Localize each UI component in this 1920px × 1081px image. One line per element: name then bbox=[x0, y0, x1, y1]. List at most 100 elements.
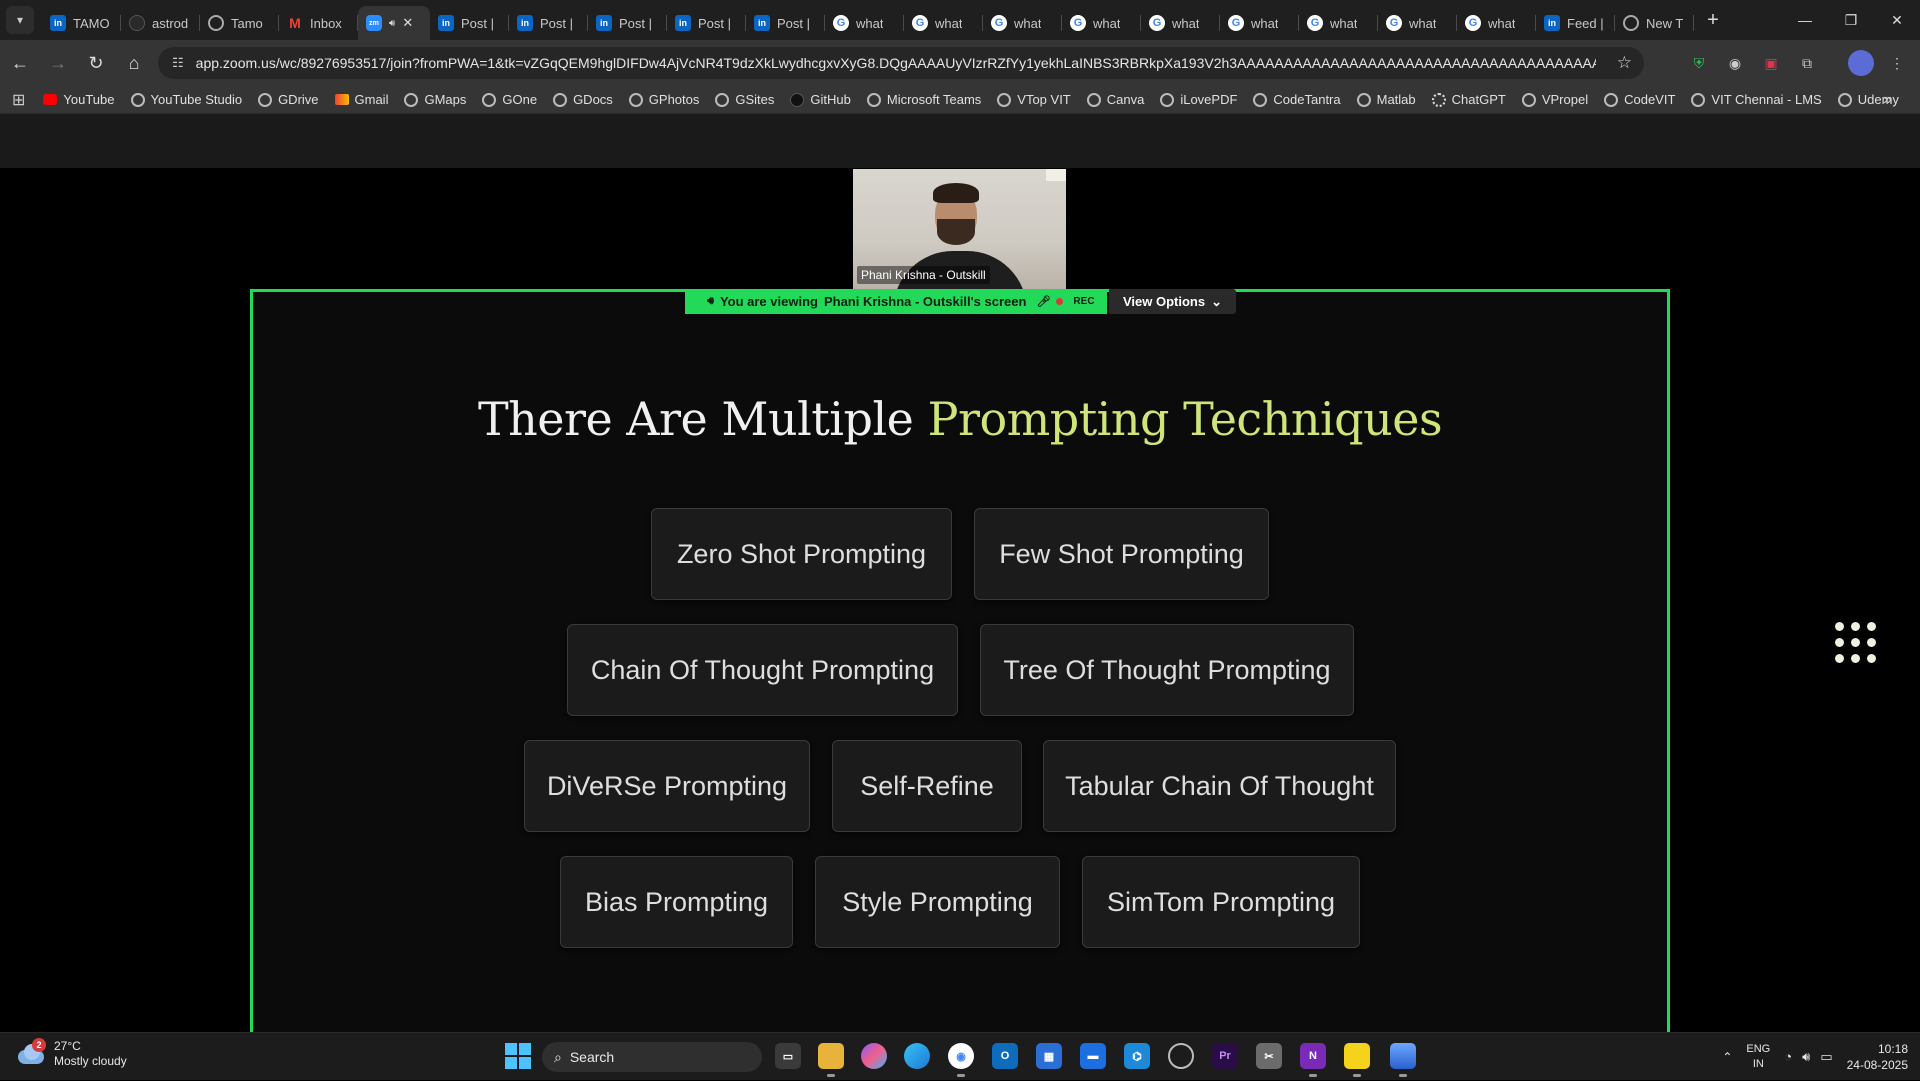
bookmark-item[interactable]: YouTube Studio bbox=[130, 92, 243, 107]
quick-settings[interactable]: ◔ 🔊︎ ▭ bbox=[1784, 1049, 1832, 1065]
chevron-up-icon[interactable]: ⌃ bbox=[1722, 1050, 1732, 1064]
tab-title: what bbox=[1409, 15, 1437, 31]
bookmark-item[interactable]: CodeTantra bbox=[1253, 92, 1341, 107]
reload-button[interactable]: ↻ bbox=[78, 45, 114, 81]
bookmark-item[interactable]: VTop VIT bbox=[997, 92, 1071, 107]
chrome-browser-icon[interactable]: ◉ bbox=[948, 1043, 974, 1077]
close-icon[interactable]: ✕ bbox=[402, 15, 413, 31]
new-tab-button[interactable]: + bbox=[1698, 5, 1728, 35]
restore-icon[interactable]: ❐ bbox=[1828, 0, 1874, 40]
edge-browser-icon[interactable] bbox=[904, 1043, 930, 1069]
bookmark-item[interactable]: CodeVIT bbox=[1604, 92, 1675, 107]
notification-badge: 2 bbox=[32, 1038, 46, 1052]
browser-tab[interactable]: Gwhat bbox=[825, 6, 904, 40]
browser-tab[interactable]: Gwhat bbox=[1378, 6, 1457, 40]
browser-tab[interactable]: M Inbox bbox=[279, 6, 358, 40]
url-text[interactable]: app.zoom.us/wc/89276953517/join?fromPWA=… bbox=[196, 55, 1596, 71]
zoom-pwa-icon[interactable] bbox=[1390, 1043, 1416, 1077]
profile-avatar[interactable] bbox=[1848, 50, 1874, 76]
vscode-icon[interactable]: ⌬ bbox=[1124, 1043, 1150, 1069]
browser-tab-active[interactable]: zm 🔊︎ ✕ bbox=[358, 6, 430, 40]
premiere-pro-icon[interactable]: Pr bbox=[1212, 1043, 1238, 1069]
browser-tab[interactable]: in TAMO bbox=[42, 6, 121, 40]
bookmark-item[interactable]: GMaps bbox=[404, 92, 466, 107]
browser-tab[interactable]: astrod bbox=[121, 6, 200, 40]
file-explorer-icon[interactable] bbox=[818, 1043, 844, 1077]
browser-tab[interactable]: Gwhat bbox=[1062, 6, 1141, 40]
grid-logo-icon bbox=[1835, 622, 1877, 664]
teams-app-icon[interactable]: ▬ bbox=[1080, 1043, 1106, 1069]
bookmark-item[interactable]: VIT Chennai - LMS bbox=[1691, 92, 1822, 107]
browser-tab[interactable]: Gwhat bbox=[1220, 6, 1299, 40]
windows-start-icon[interactable] bbox=[505, 1043, 531, 1069]
browser-tab[interactable]: in Post | bbox=[667, 6, 746, 40]
speaker-icon[interactable]: 🔊︎ bbox=[389, 18, 395, 29]
taskbar-search[interactable]: ⌕ Search bbox=[542, 1042, 762, 1072]
browser-tab[interactable]: New T bbox=[1615, 6, 1694, 40]
task-view-icon[interactable]: ▭ bbox=[775, 1043, 801, 1069]
bookmark-label: YouTube bbox=[63, 92, 115, 107]
bookmark-item[interactable]: Gmail bbox=[334, 92, 388, 107]
bookmark-item[interactable]: ChatGPT bbox=[1431, 92, 1506, 107]
browser-tab[interactable]: in Post | bbox=[746, 6, 825, 40]
view-options-button[interactable]: View Options ⌄ bbox=[1109, 289, 1237, 314]
outlook-icon[interactable]: O bbox=[992, 1043, 1018, 1069]
browser-tab[interactable]: Gwhat bbox=[983, 6, 1062, 40]
shield-extension-icon[interactable]: ⛨ bbox=[1686, 50, 1712, 76]
browser-tab[interactable]: Gwhat bbox=[1141, 6, 1220, 40]
kebab-menu-icon[interactable]: ⋮ bbox=[1884, 50, 1910, 76]
bookmark-item[interactable]: VPropel bbox=[1521, 92, 1588, 107]
bookmark-item[interactable]: YouTube bbox=[43, 92, 115, 107]
bookmark-item[interactable]: Canva bbox=[1086, 92, 1144, 107]
browser-tab[interactable]: in Post | bbox=[509, 6, 588, 40]
onenote-icon[interactable]: N bbox=[1300, 1043, 1326, 1077]
back-button[interactable]: ← bbox=[2, 45, 38, 81]
apps-grid-icon[interactable]: ⊞ bbox=[12, 90, 25, 110]
clock[interactable]: 10:18 24-08-2025 bbox=[1847, 1041, 1908, 1073]
globe-icon bbox=[553, 92, 568, 107]
browser-tab[interactable]: Tamo bbox=[200, 6, 279, 40]
bookmark-item[interactable]: GDocs bbox=[553, 92, 613, 107]
chevron-double-right-icon[interactable]: » bbox=[1883, 91, 1892, 109]
forward-button[interactable]: → bbox=[40, 45, 76, 81]
weather-widget[interactable]: 2 27°C Mostly cloudy bbox=[16, 1038, 127, 1069]
bookmark-star-icon[interactable]: ☆ bbox=[1617, 53, 1632, 73]
browser-tab[interactable]: in Feed | bbox=[1536, 6, 1615, 40]
bookmark-label: ChatGPT bbox=[1451, 92, 1506, 107]
copilot-icon[interactable] bbox=[861, 1043, 887, 1069]
bookmark-item[interactable]: GOne bbox=[482, 92, 537, 107]
snipping-tool-icon[interactable]: ✂ bbox=[1256, 1043, 1282, 1069]
microsoft-store-icon[interactable]: ▦ bbox=[1036, 1043, 1062, 1069]
camera-extension-icon[interactable]: ◉ bbox=[1722, 50, 1748, 76]
obs-studio-icon[interactable] bbox=[1168, 1043, 1194, 1069]
language-indicator[interactable]: ENG IN bbox=[1746, 1042, 1770, 1072]
bookmark-item[interactable]: Microsoft Teams bbox=[866, 92, 981, 107]
bookmark-item[interactable]: iLovePDF bbox=[1160, 92, 1237, 107]
tab-title: New T bbox=[1646, 15, 1684, 31]
browser-tab[interactable]: Gwhat bbox=[1299, 6, 1378, 40]
browser-tab[interactable]: in Post | bbox=[588, 6, 667, 40]
google-icon: G bbox=[1465, 15, 1481, 31]
site-info-icon[interactable]: ☷ bbox=[172, 55, 184, 71]
bookmark-item[interactable]: GSites bbox=[715, 92, 774, 107]
home-button[interactable]: ⌂ bbox=[116, 45, 152, 81]
bookmark-item[interactable]: GitHub bbox=[790, 92, 851, 107]
bookmark-item[interactable]: GDrive bbox=[258, 92, 319, 107]
close-window-icon[interactable]: ✕ bbox=[1874, 0, 1920, 40]
sticky-notes-icon[interactable] bbox=[1344, 1043, 1370, 1077]
bookmark-item[interactable]: GPhotos bbox=[628, 92, 699, 107]
browser-tab[interactable]: Gwhat bbox=[1457, 6, 1536, 40]
globe-icon bbox=[997, 92, 1012, 107]
tab-search-button[interactable]: ▾ bbox=[6, 6, 34, 34]
tab-title: what bbox=[1251, 15, 1279, 31]
pocket-extension-icon[interactable]: ▣ bbox=[1758, 50, 1784, 76]
address-bar[interactable]: ☷ app.zoom.us/wc/89276953517/join?fromPW… bbox=[158, 47, 1644, 79]
bookmark-item[interactable]: Matlab bbox=[1356, 92, 1416, 107]
browser-tab[interactable]: Gwhat bbox=[904, 6, 983, 40]
minimize-icon[interactable]: — bbox=[1782, 0, 1828, 40]
bookmark-label: YouTube Studio bbox=[150, 92, 243, 107]
extensions-puzzle-icon[interactable]: ⧉ bbox=[1794, 50, 1820, 76]
bookmark-label: GSites bbox=[735, 92, 775, 107]
participant-video-tile[interactable]: Phani Krishna - Outskill bbox=[853, 169, 1066, 290]
browser-tab[interactable]: in Post | bbox=[430, 6, 509, 40]
